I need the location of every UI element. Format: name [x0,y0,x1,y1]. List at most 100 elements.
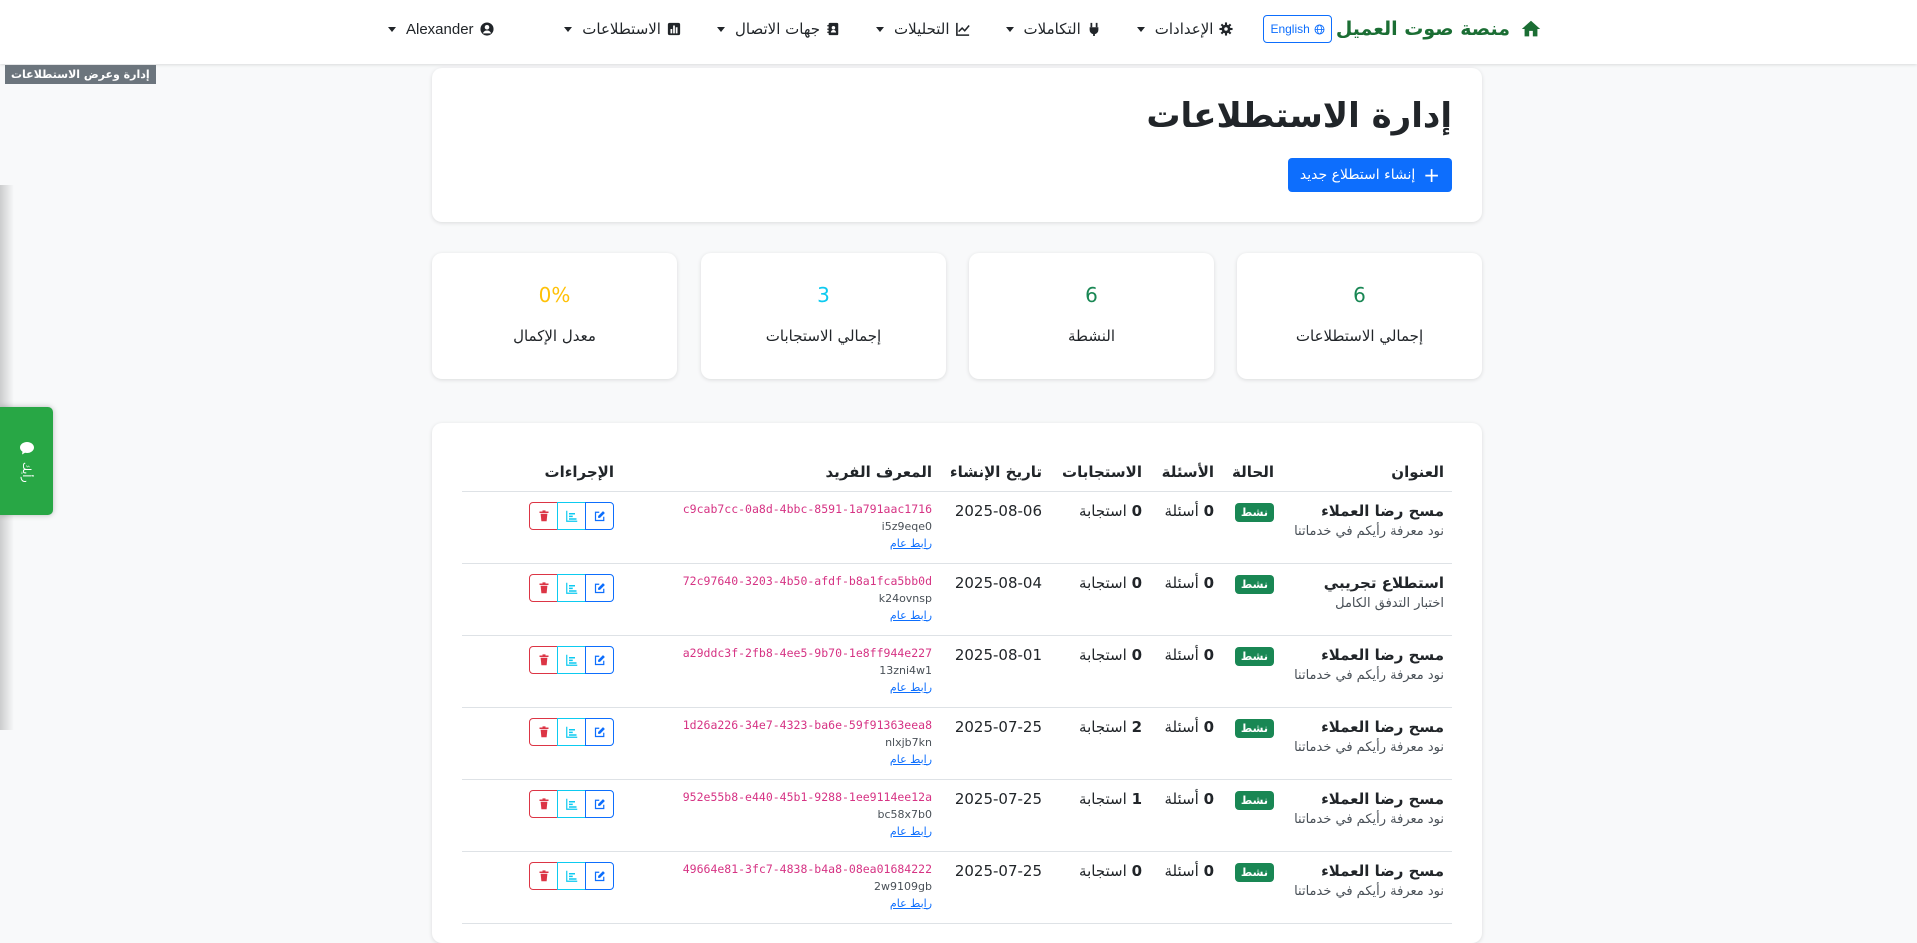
survey-description: نود معرفة رأيكم في خدماتنا [1294,811,1444,827]
delete-button[interactable] [529,789,558,818]
survey-description: نود معرفة رأيكم في خدماتنا [1294,739,1444,755]
public-link[interactable]: رابط عام [630,897,932,910]
edit-icon [594,654,605,665]
brand-link[interactable]: منصة صوت العميل [1336,18,1542,40]
public-link[interactable]: رابط عام [630,537,932,550]
edit-button[interactable] [585,717,614,746]
user-name: Alexander [406,20,474,38]
created-date: 2025-08-01 [954,645,1042,664]
row-actions [470,573,614,602]
survey-slug: 13zni4w1 [879,663,932,677]
delete-button[interactable] [529,861,558,890]
edit-button[interactable] [585,861,614,890]
questions-unit: أسئلة [1164,645,1199,664]
user-menu[interactable]: Alexander [388,21,494,38]
survey-uuid: 952e55b8-e440-45b1-9288-1ee9114ee12a [682,789,932,804]
gear-icon [1219,22,1234,36]
table-row: مسح رضا العملاء نود معرفة رأيكم في خدمات… [462,635,1452,708]
cell-actions [462,779,622,852]
cell-title: مسح رضا العملاء نود معرفة رأيكم في خدمات… [1282,851,1452,924]
survey-title[interactable]: مسح رضا العملاء [1290,718,1444,736]
nav-item-analytics[interactable]: التحليلات [858,0,988,58]
cell-title: مسح رضا العملاء نود معرفة رأيكم في خدمات… [1282,491,1452,564]
questions-unit: أسئلة [1164,573,1199,592]
nav-item-analytics-label: التحليلات [894,20,950,38]
responses-count: 0 [1131,501,1142,520]
create-survey-button[interactable]: + إنشاء استطلاع جديد [1287,158,1452,192]
responses-count: 2 [1131,717,1142,736]
statistics-button[interactable] [557,645,586,674]
statistics-button[interactable] [557,501,586,530]
stat-card-completion-rate: 0% معدل الإكمال [432,253,677,379]
cell-uid: 952e55b8-e440-45b1-9288-1ee9114ee12a bc5… [622,779,940,852]
public-link[interactable]: رابط عام [630,825,932,838]
delete-button[interactable] [529,573,558,602]
edit-button[interactable] [585,789,614,818]
statistics-button[interactable] [557,861,586,890]
nav-item-settings[interactable]: الإعدادات [1119,0,1252,58]
nav-item-settings-label: الإعدادات [1154,20,1214,38]
public-link[interactable]: رابط عام [630,681,932,694]
edit-button[interactable] [585,501,614,530]
page-header-card: إدارة الاستطلاعات + إنشاء استطلاع جديد [432,68,1482,222]
home-icon [1521,20,1541,37]
statistics-button[interactable] [557,717,586,746]
nav-item-integrations[interactable]: التكاملات [988,0,1119,58]
feedback-tab[interactable]: رأيك [0,407,53,515]
responses-unit: استجابة [1079,645,1127,664]
line-chart-icon [955,22,970,36]
survey-title[interactable]: مسح رضا العملاء [1290,790,1444,808]
responses-count: 0 [1131,573,1142,592]
survey-title[interactable]: مسح رضا العملاء [1290,862,1444,880]
cell-questions: 0 أسئلة [1150,779,1222,852]
delete-button[interactable] [529,501,558,530]
survey-uuid: 1d26a226-34e7-4323-ba6e-59f91363eea8 [682,717,932,732]
responses-unit: استجابة [1079,861,1127,880]
chat-bubble-icon [19,441,34,455]
cell-status: نشط [1222,707,1282,780]
cell-responses: 1 استجابة [1050,779,1150,852]
statistics-button[interactable] [557,573,586,602]
delete-button[interactable] [529,645,558,674]
user-circle-icon [479,22,494,36]
stat-value: 6 [1085,283,1098,307]
row-actions [470,645,614,674]
edit-button[interactable] [585,573,614,602]
table-header-row: العنوان الحالة الأسئلة الاستجابات تاريخ … [462,453,1452,492]
questions-unit: أسئلة [1164,717,1199,736]
created-date: 2025-07-25 [954,789,1042,808]
bar-chart-icon [565,726,577,738]
bar-chart-icon [565,798,577,810]
table-row: مسح رضا العملاء نود معرفة رأيكم في خدمات… [462,779,1452,852]
statistics-button[interactable] [557,789,586,818]
bar-chart-icon [565,582,577,594]
edit-icon [594,510,605,521]
status-badge: نشط [1234,862,1274,882]
survey-title[interactable]: مسح رضا العملاء [1290,502,1444,520]
stat-value: 3 [817,283,830,307]
surveys-table-card: العنوان الحالة الأسئلة الاستجابات تاريخ … [432,423,1482,943]
public-link[interactable]: رابط عام [630,753,932,766]
survey-title[interactable]: مسح رضا العملاء [1290,646,1444,664]
nav-item-contacts[interactable]: جهات الاتصال [699,0,858,58]
public-link[interactable]: رابط عام [630,609,932,622]
survey-title[interactable]: استطلاع تجريبي [1290,574,1444,592]
edit-button[interactable] [585,645,614,674]
nav-menu: الإعدادات التكاملات التحليلات جهات الاتص… [546,0,1251,58]
globe-icon [1314,24,1325,34]
delete-button[interactable] [529,717,558,746]
cell-responses: 0 استجابة [1050,851,1150,924]
column-header-uid: المعرف الفريد [622,453,940,492]
survey-uuid: 72c97640-3203-4b50-afdf-b8a1fca5bb0d [682,573,932,588]
tooltip: إدارة وعرض الاستطلاعات [5,65,156,84]
nav-item-surveys[interactable]: الاستطلاعات [546,0,699,58]
chevron-down-icon [388,26,396,32]
column-header-actions: الإجراءات [462,453,622,492]
navbar-container: منصة صوت العميل English الإعدادات التكام… [388,0,1542,58]
cell-uid: a29ddc3f-2fb8-4ee5-9b70-1e8ff944e227 13z… [622,635,940,708]
stat-card-total-responses: 3 إجمالي الاستجابات [701,253,946,379]
questions-count: 0 [1203,789,1214,808]
poll-icon [667,22,681,36]
survey-description: نود معرفة رأيكم في خدماتنا [1294,667,1444,683]
language-toggle-button[interactable]: English [1263,15,1332,43]
